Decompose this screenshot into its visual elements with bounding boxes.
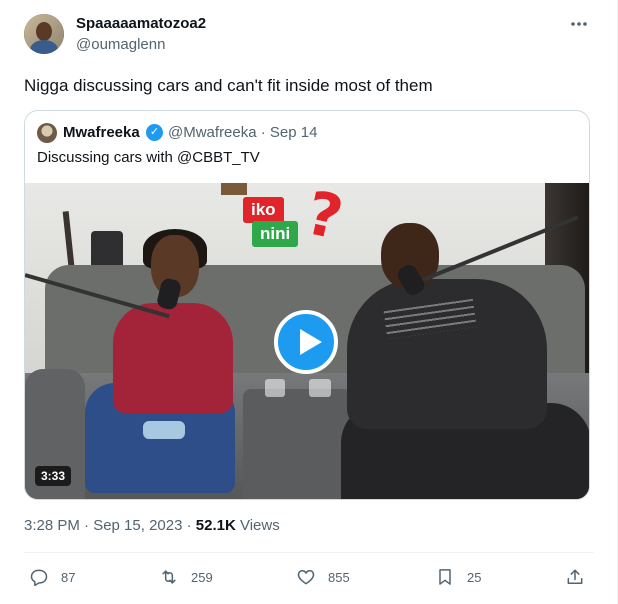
wall-sign <box>221 183 247 195</box>
play-button-icon[interactable] <box>274 310 338 374</box>
retweet-count: 259 <box>191 569 213 585</box>
retweet-button[interactable]: 259 <box>159 567 213 587</box>
heart-icon <box>297 570 315 585</box>
reply-count: 87 <box>61 569 76 585</box>
tweet-meta: 3:28 PM · Sep 15, 2023 · 52.1K Views <box>24 517 280 534</box>
verified-badge-icon: ✓ <box>146 124 163 141</box>
quoted-tweet[interactable]: Mwafreeka ✓ @Mwafreeka · Sep 14 Discussi… <box>24 110 590 500</box>
like-button[interactable]: 855 <box>296 567 350 587</box>
divider <box>24 552 594 553</box>
views-label: Views <box>239 517 280 534</box>
quoted-author-name[interactable]: Mwafreeka <box>63 124 140 141</box>
person-left-body <box>113 303 233 413</box>
tweet: Spaaaaamatozoa2 @oumaglenn Nigga discuss… <box>0 0 618 604</box>
bookmark-icon <box>439 569 451 585</box>
bookmark-button[interactable]: 25 <box>435 567 481 587</box>
glass-cup <box>309 379 331 397</box>
quoted-author-handle-date[interactable]: @Mwafreeka · Sep 14 <box>168 124 317 141</box>
author-handle[interactable]: @oumaglenn <box>76 36 165 53</box>
overlay-word-iko: iko <box>243 197 284 223</box>
ellipsis-icon[interactable] <box>569 14 591 34</box>
tweet-text: Nigga discussing cars and can't fit insi… <box>24 76 433 95</box>
avatar-shirt <box>30 40 58 54</box>
reply-icon <box>30 569 48 587</box>
video-player[interactable]: iko nini ? 3:33 <box>25 183 589 499</box>
video-duration: 3:33 <box>35 466 72 486</box>
tweet-timestamp[interactable]: 3:28 PM · Sep 15, 2023 · <box>24 517 192 534</box>
quoted-author-avatar[interactable] <box>37 123 57 143</box>
share-button[interactable] <box>565 567 585 587</box>
person-left-sock <box>143 421 185 439</box>
avatar-head <box>36 22 52 41</box>
reply-button[interactable]: 87 <box>29 567 75 587</box>
overlay-word-nini: nini <box>252 221 299 247</box>
ellipsis-icon-graphic <box>571 22 587 26</box>
views-count: 52.1K <box>195 517 236 534</box>
sofa-console <box>243 389 351 499</box>
like-count: 855 <box>328 569 350 585</box>
bookmark-count: 25 <box>467 569 482 585</box>
retweet-icon <box>162 570 176 584</box>
share-icon <box>567 569 583 584</box>
glass-cup <box>265 379 285 397</box>
author-avatar[interactable] <box>24 14 64 54</box>
author-display-name[interactable]: Spaaaaamatozoa2 <box>76 15 206 32</box>
quoted-tweet-text: Discussing cars with @CBBT_TV <box>37 149 260 166</box>
